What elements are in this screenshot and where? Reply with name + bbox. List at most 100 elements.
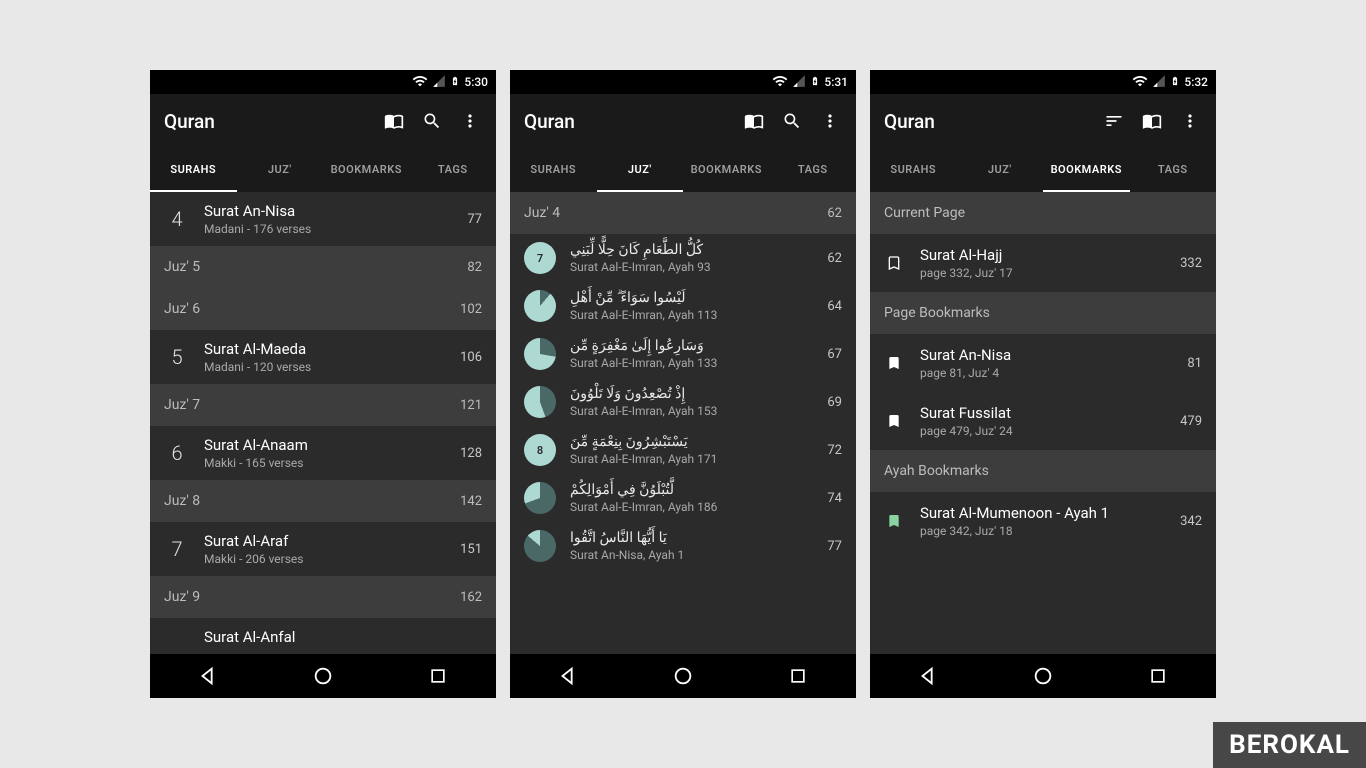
- navigation-bar: [510, 654, 856, 698]
- bookmark-item[interactable]: Surat Fussilatpage 479, Juz' 24479: [870, 392, 1216, 450]
- page-number: 102: [460, 302, 482, 317]
- surah-number: 4: [150, 207, 204, 231]
- tab-juz[interactable]: JUZ': [957, 148, 1044, 192]
- recent-button[interactable]: [426, 664, 450, 688]
- more-icon[interactable]: [818, 109, 842, 133]
- surah-name: Surat Al-Anfal: [204, 628, 482, 646]
- tab-juz[interactable]: JUZ': [237, 148, 324, 192]
- wifi-icon: [412, 73, 428, 92]
- page-number: 128: [460, 446, 482, 461]
- book-icon[interactable]: [382, 109, 406, 133]
- surah-item[interactable]: 6Surat Al-AnaamMakki - 165 verses128: [150, 426, 496, 480]
- home-button[interactable]: [1031, 664, 1055, 688]
- battery-icon: [450, 73, 460, 92]
- tab-bookmarks[interactable]: BOOKMARKS: [1043, 148, 1130, 192]
- search-icon[interactable]: [420, 109, 444, 133]
- page-number: 106: [460, 350, 482, 365]
- progress-circle: [524, 482, 556, 514]
- clock: 5:30: [464, 75, 488, 89]
- section-header[interactable]: Juz' 6102: [150, 288, 496, 330]
- bookmark-item[interactable]: Surat Al-Mumenoon - Ayah 1page 342, Juz'…: [870, 492, 1216, 550]
- sort-icon[interactable]: [1102, 109, 1126, 133]
- tab-surahs[interactable]: SURAHS: [870, 148, 957, 192]
- section-header[interactable]: Juz' 7121: [150, 384, 496, 426]
- app-title: Quran: [164, 110, 368, 133]
- section-header[interactable]: Juz' 8 142: [150, 480, 496, 522]
- signal-icon: [792, 74, 806, 91]
- tab-tags[interactable]: TAGS: [410, 148, 497, 192]
- surah-item[interactable]: 4Surat An-NisaMadani - 176 verses77: [150, 192, 496, 246]
- section-header[interactable]: Current Page: [870, 192, 1216, 234]
- content-list[interactable]: 4Surat An-NisaMadani - 176 verses77Juz' …: [150, 192, 496, 654]
- surah-subtitle: Makki - 206 verses: [204, 552, 460, 566]
- tab-bookmarks[interactable]: BOOKMARKS: [323, 148, 410, 192]
- page-number: 162: [460, 590, 482, 605]
- more-icon[interactable]: [1178, 109, 1202, 133]
- more-icon[interactable]: [458, 109, 482, 133]
- section-label: Page Bookmarks: [884, 305, 990, 321]
- ayah-item[interactable]: 8يَسْتَبْشِرُونَ بِنِعْمَةٍ مِّنَSurat A…: [510, 426, 856, 474]
- surah-item[interactable]: Surat Al-Anfal: [150, 618, 496, 654]
- tab-tags[interactable]: TAGS: [770, 148, 857, 192]
- page-number: 142: [460, 494, 482, 509]
- surah-subtitle: Madani - 120 verses: [204, 360, 460, 374]
- bookmark-item[interactable]: Surat Al-Hajjpage 332, Juz' 17332: [870, 234, 1216, 292]
- bookmark-name: Surat Fussilat: [920, 404, 1164, 422]
- bookmark-icon: [884, 511, 904, 531]
- ayah-arabic: يَسْتَبْشِرُونَ بِنِعْمَةٍ مِّنَ: [570, 434, 813, 450]
- home-button[interactable]: [311, 664, 335, 688]
- surah-number: 5: [150, 345, 204, 369]
- wifi-icon: [1132, 73, 1148, 92]
- battery-icon: [1170, 73, 1180, 92]
- section-header[interactable]: Page Bookmarks: [870, 292, 1216, 334]
- section-header[interactable]: Juz' 9162: [150, 576, 496, 618]
- bookmark-name: Surat Al-Mumenoon - Ayah 1: [920, 504, 1164, 522]
- battery-icon: [810, 73, 820, 92]
- ayah-item[interactable]: 7كُلُّ الطَّعَامِ كَانَ حِلًّا لِّبَنِيS…: [510, 234, 856, 282]
- ayah-item[interactable]: إِذْ تُصْعِدُونَ وَلَا تَلْوُونَSurat Aa…: [510, 378, 856, 426]
- status-bar: 5:30: [150, 70, 496, 94]
- back-button[interactable]: [556, 664, 580, 688]
- section-header[interactable]: Juz' 462: [510, 192, 856, 234]
- tab-tags[interactable]: TAGS: [1130, 148, 1217, 192]
- section-header[interactable]: Ayah Bookmarks: [870, 450, 1216, 492]
- bookmark-icon: [884, 411, 904, 431]
- app-bar: Quran: [150, 94, 496, 148]
- home-button[interactable]: [671, 664, 695, 688]
- progress-circle: 7: [524, 242, 556, 274]
- progress-circle: [524, 290, 556, 322]
- page-number: 121: [460, 398, 482, 413]
- section-header[interactable]: Juz' 582: [150, 246, 496, 288]
- ayah-item[interactable]: يَا أَيُّهَا النَّاسُ اتَّقُواSurat An-N…: [510, 522, 856, 570]
- ayah-item[interactable]: لَّتُبْلَوُنَّ فِي أَمْوَالِكُمْSurat Aa…: [510, 474, 856, 522]
- surah-subtitle: Makki - 165 verses: [204, 456, 460, 470]
- bookmark-item[interactable]: Surat An-Nisapage 81, Juz' 481: [870, 334, 1216, 392]
- surah-item[interactable]: 5Surat Al-MaedaMadani - 120 verses106: [150, 330, 496, 384]
- watermark: BEROKAL: [1213, 722, 1366, 768]
- bookmark-name: Surat An-Nisa: [920, 346, 1171, 364]
- section-label: Juz' 8: [164, 493, 200, 509]
- surah-item[interactable]: 7Surat Al-ArafMakki - 206 verses151: [150, 522, 496, 576]
- tab-bookmarks[interactable]: BOOKMARKS: [683, 148, 770, 192]
- search-icon[interactable]: [780, 109, 804, 133]
- tab-juz[interactable]: JUZ': [597, 148, 684, 192]
- ayah-reference: Surat An-Nisa, Ayah 1: [570, 548, 813, 562]
- recent-button[interactable]: [786, 664, 810, 688]
- ayah-item[interactable]: وَسَارِعُوا إِلَىٰ مَغْفِرَةٍ مِّنSurat …: [510, 330, 856, 378]
- progress-circle: 8: [524, 434, 556, 466]
- ayah-reference: Surat Aal-E-Imran, Ayah 133: [570, 356, 813, 370]
- book-icon[interactable]: [742, 109, 766, 133]
- book-icon[interactable]: [1140, 109, 1164, 133]
- ayah-item[interactable]: لَيْسُوا سَوَاءً ۗ مِّنْ أَهْلِSurat Aal…: [510, 282, 856, 330]
- tab-surahs[interactable]: SURAHS: [510, 148, 597, 192]
- content-list[interactable]: Juz' 4627كُلُّ الطَّعَامِ كَانَ حِلًّا ل…: [510, 192, 856, 654]
- page-number: 67: [827, 347, 842, 362]
- recent-button[interactable]: [1146, 664, 1170, 688]
- bookmark-subtitle: page 332, Juz' 17: [920, 266, 1164, 280]
- tab-surahs[interactable]: SURAHS: [150, 148, 237, 192]
- back-button[interactable]: [916, 664, 940, 688]
- back-button[interactable]: [196, 664, 220, 688]
- page-number: 62: [827, 251, 842, 266]
- content-list[interactable]: Current PageSurat Al-Hajjpage 332, Juz' …: [870, 192, 1216, 654]
- tab-bar: SURAHSJUZ'BOOKMARKSTAGS: [870, 148, 1216, 192]
